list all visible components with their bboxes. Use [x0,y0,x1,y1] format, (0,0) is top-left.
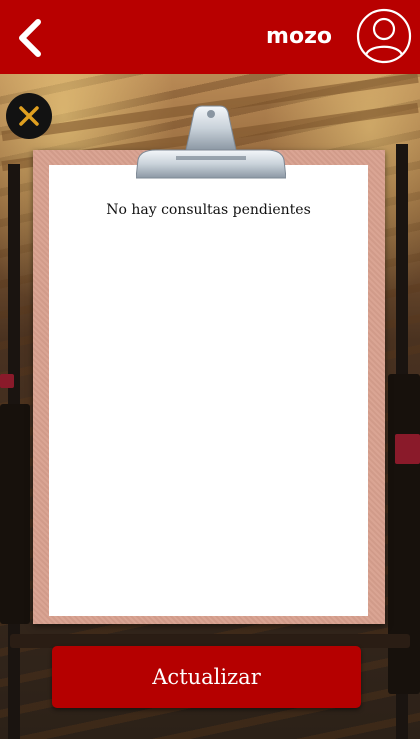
clipboard-clip-icon [136,105,286,179]
username-label: mozo [266,24,332,49]
user-circle-icon [356,8,412,64]
user-avatar-button[interactable] [354,6,414,66]
clipboard: No hay consultas pendientes [33,150,385,624]
clipboard-paper: No hay consultas pendientes [49,165,368,616]
chevron-left-icon [19,19,41,57]
refresh-button[interactable]: Actualizar [52,646,361,708]
app-header: mozo [0,0,420,74]
empty-queries-message: No hay consultas pendientes [106,202,311,218]
close-icon [19,106,39,126]
close-button[interactable] [6,93,52,139]
back-button[interactable] [10,14,54,62]
